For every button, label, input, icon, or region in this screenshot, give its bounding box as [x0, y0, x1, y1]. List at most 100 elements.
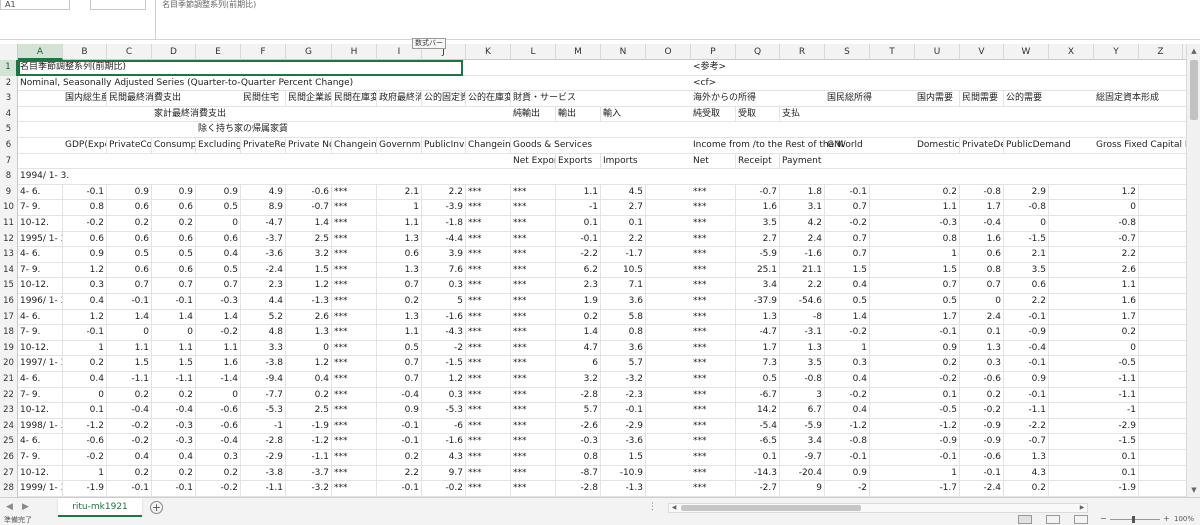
cell-n27[interactable]: -10.9 [601, 465, 646, 482]
cell-w9[interactable]: 2.9 [1004, 184, 1049, 201]
cell-j24[interactable]: -6 [422, 418, 466, 435]
cell-v11[interactable]: -0.4 [960, 216, 1004, 232]
cell-v14[interactable]: 0.8 [960, 262, 1004, 279]
cell-j20[interactable]: -1.5 [422, 356, 466, 372]
cell-n13[interactable]: -1.7 [601, 247, 646, 263]
cell-e21[interactable]: -1.4 [196, 372, 241, 388]
column-header-t[interactable]: T [870, 44, 915, 60]
cell-j16[interactable]: 5 [422, 294, 466, 310]
cell-p26[interactable]: *** [691, 450, 736, 466]
sheet-tab-active[interactable]: ritu-mk1921 [58, 498, 142, 517]
cell-d16[interactable]: -0.1 [152, 294, 196, 310]
cell-r15[interactable]: 2.2 [780, 278, 825, 294]
cell-v10[interactable]: 1.7 [960, 200, 1004, 216]
cell-d11[interactable]: 0.2 [152, 216, 196, 232]
cell-d28[interactable]: -0.1 [152, 481, 196, 497]
scroll-down-icon[interactable]: ▼ [1187, 483, 1200, 497]
cell-v18[interactable]: 0.1 [960, 325, 1004, 341]
cell-r21[interactable]: -0.8 [780, 372, 825, 388]
cell-d17[interactable]: 1.4 [152, 309, 196, 326]
cell-w22[interactable]: -0.1 [1004, 387, 1049, 404]
cell-h27[interactable]: *** [332, 465, 377, 482]
cell-d12[interactable]: 0.6 [152, 231, 196, 248]
cell-g17[interactable]: 2.6 [286, 309, 332, 326]
cell-n7[interactable]: Imports [601, 154, 691, 170]
row-header[interactable]: 22 [0, 387, 18, 404]
cell-l23[interactable]: *** [511, 403, 556, 419]
cell-r18[interactable]: -3.1 [780, 325, 825, 341]
cell-j13[interactable]: 3.9 [422, 247, 466, 263]
column-header-v[interactable]: V [960, 44, 1004, 60]
cell-l4[interactable]: 純輸出 [511, 106, 556, 123]
cell-l20[interactable]: *** [511, 356, 556, 372]
cell-k23[interactable]: *** [466, 403, 511, 419]
cell-w24[interactable]: -2.2 [1004, 418, 1049, 435]
cell-p19[interactable]: *** [691, 340, 736, 357]
cell-s14[interactable]: 1.5 [825, 262, 870, 279]
cell-e6[interactable]: Excluding Imputed Rent [196, 138, 241, 154]
column-header-a[interactable]: A [18, 44, 63, 60]
cell-s15[interactable]: 0.4 [825, 278, 870, 294]
cell-w26[interactable]: 1.3 [1004, 450, 1049, 466]
cell-n10[interactable]: 2.7 [601, 200, 646, 216]
cell-c10[interactable]: 0.6 [107, 200, 152, 216]
cell-r26[interactable]: -9.7 [780, 450, 825, 466]
cell-e27[interactable]: 0.2 [196, 465, 241, 482]
cell-q15[interactable]: 3.4 [736, 278, 780, 294]
cell-d6[interactable]: Consumption of Households [152, 138, 196, 154]
cell-d10[interactable]: 0.6 [152, 200, 196, 216]
cell-i22[interactable]: -0.4 [377, 387, 422, 404]
cell-a11[interactable]: 10-12. [18, 216, 63, 232]
cell-k28[interactable]: *** [466, 481, 511, 497]
row-header[interactable]: 26 [0, 450, 18, 466]
cell-a14[interactable]: 7- 9. [18, 262, 63, 279]
cell-u23[interactable]: -0.5 [915, 403, 960, 419]
cell-f25[interactable]: -2.8 [241, 434, 286, 450]
cell-i25[interactable]: -0.1 [377, 434, 422, 450]
cell-l27[interactable]: *** [511, 465, 556, 482]
cell-h18[interactable]: *** [332, 325, 377, 341]
cell-y10[interactable]: 0 [1094, 200, 1139, 216]
row-header[interactable]: 9 [0, 184, 18, 201]
cell-g27[interactable]: -3.7 [286, 465, 332, 482]
cell-u10[interactable]: 1.1 [915, 200, 960, 216]
cell-d26[interactable]: 0.4 [152, 450, 196, 466]
column-header-d[interactable]: D [152, 44, 196, 60]
cell-b16[interactable]: 0.4 [63, 294, 107, 310]
row-header[interactable]: 24 [0, 418, 18, 435]
cell-h15[interactable]: *** [332, 278, 377, 294]
cell-c28[interactable]: -0.1 [107, 481, 152, 497]
cell-h19[interactable]: *** [332, 340, 377, 357]
cell-h10[interactable]: *** [332, 200, 377, 216]
cell-u25[interactable]: -0.9 [915, 434, 960, 450]
scroll-right-icon[interactable]: ▶ [1077, 504, 1087, 512]
cell-r12[interactable]: 2.4 [780, 231, 825, 248]
cell-k21[interactable]: *** [466, 372, 511, 388]
cell-p17[interactable]: *** [691, 309, 736, 326]
cell-f6[interactable]: PrivateResidentialInvestment [241, 138, 286, 154]
row-header[interactable]: 4 [0, 106, 18, 123]
cell-p28[interactable]: *** [691, 481, 736, 497]
cell-u17[interactable]: 1.7 [915, 309, 960, 326]
cell-m24[interactable]: -2.6 [556, 418, 601, 435]
cell-b19[interactable]: 1 [63, 340, 107, 357]
cell-e26[interactable]: 0.3 [196, 450, 241, 466]
cell-q26[interactable]: 0.1 [736, 450, 780, 466]
cell-v13[interactable]: 0.6 [960, 247, 1004, 263]
cell-b24[interactable]: -1.2 [63, 418, 107, 435]
cell-b14[interactable]: 1.2 [63, 262, 107, 279]
cell-k22[interactable]: *** [466, 387, 511, 404]
cell-a18[interactable]: 7- 9. [18, 325, 63, 341]
cell-w28[interactable]: 0.2 [1004, 481, 1049, 497]
cell-m19[interactable]: 4.7 [556, 340, 601, 357]
cell-i3[interactable]: 政府最終消費支出 [377, 91, 422, 107]
cell-i27[interactable]: 2.2 [377, 465, 422, 482]
column-header-n[interactable]: N [601, 44, 646, 60]
cell-a2[interactable]: Nominal, Seasonally Adjusted Series (Qua… [18, 76, 463, 92]
cell-a9[interactable]: 4- 6. [18, 184, 63, 201]
cell-l24[interactable]: *** [511, 418, 556, 435]
cell-y25[interactable]: -1.5 [1094, 434, 1139, 450]
cell-r13[interactable]: -1.6 [780, 247, 825, 263]
cell-c16[interactable]: -0.1 [107, 294, 152, 310]
row-header[interactable]: 2 [0, 75, 18, 92]
